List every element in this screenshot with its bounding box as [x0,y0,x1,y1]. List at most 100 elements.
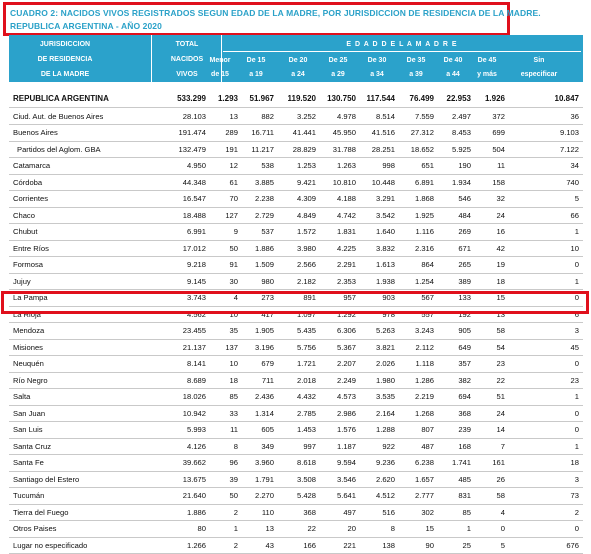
row-value-col-7: 831 [458,491,471,500]
table-row: Corrientes16.547702.2384.3094.1883.2911.… [9,191,583,208]
row-jurisdiccion: REPUBLICA ARGENTINA [13,94,109,103]
row-value-col-1: 70 [230,194,238,203]
row-jurisdiccion: Tierra del Fuego [13,508,68,517]
row-value-col-1: 2 [234,508,238,517]
row-value-col-0: 1.266 [187,541,206,550]
table-row: Santa Fe39.662963.9608.6189.5949.2366.23… [9,455,583,472]
row-value-col-2: 43 [266,541,274,550]
row-value-col-5: 138 [382,541,395,550]
row-value-col-2: 2.238 [255,194,274,203]
row-value-col-0: 191.474 [179,128,206,137]
row-value-col-7: 1.741 [452,458,471,467]
row-value-col-4: 10.810 [333,178,356,187]
row-value-col-3: 28.829 [293,145,316,154]
row-value-col-7: 357 [458,359,471,368]
row-value-col-1: 50 [230,491,238,500]
row-value-col-6: 90 [426,541,434,550]
row-value-col-6: 27.312 [411,128,434,137]
row-value-col-6: 2.219 [415,392,434,401]
row-jurisdiccion: Chubut [13,227,38,236]
row-value-col-6: 302 [421,508,434,517]
row-jurisdiccion: Santa Fe [13,458,44,467]
row-value-col-3: 2.785 [297,409,316,418]
table-row: San Juan10.942331.3142.7852.9862.1641.26… [9,406,583,423]
row-value-col-7: 5.925 [452,145,471,154]
row-value-col-9: 1 [575,277,579,286]
row-value-col-7: 269 [458,227,471,236]
row-value-col-9: 73 [571,491,579,500]
row-value-col-6: 651 [421,161,434,170]
row-value-col-4: 6.306 [337,326,356,335]
row-value-col-5: 2.026 [376,359,395,368]
row-value-col-9: 0 [575,425,579,434]
row-value-col-8: 16 [497,227,505,236]
table-row: Mendoza23.455351.9055.4356.3065.2633.243… [9,323,583,340]
table-row: Buenos Aires191.47428916.71141.44145.950… [9,125,583,142]
row-jurisdiccion: Ciud. Aut. de Buenos Aires [13,112,103,121]
row-value-col-6: 1.268 [415,409,434,418]
row-value-col-7: 382 [458,376,471,385]
table-header: JURISDICCION DE RESIDENCIA DE LA MADRE T… [9,35,583,82]
row-value-col-8: 4 [501,508,505,517]
row-value-col-7: 485 [458,475,471,484]
row-value-col-3: 5.756 [297,343,316,352]
row-value-col-0: 8.689 [187,376,206,385]
row-value-col-7: 368 [458,409,471,418]
row-value-col-2: 1.509 [255,260,274,269]
row-value-col-6: 15 [426,524,434,533]
row-value-col-0: 4.126 [187,442,206,451]
row-value-col-7: 694 [458,392,471,401]
table-row: San Luis5.993116051.4531.5761.2888072391… [9,422,583,439]
row-value-col-2: 882 [261,112,274,121]
row-jurisdiccion: Catamarca [13,161,50,170]
table-row: Tucumán21.640502.2705.4285.6414.5122.777… [9,488,583,505]
row-value-col-2: 13 [266,524,274,533]
row-value-col-8: 5 [501,541,505,550]
row-highlight-box [1,291,589,314]
row-value-col-0: 8.141 [187,359,206,368]
row-value-col-6: 864 [421,260,434,269]
row-value-col-6: 6.891 [415,178,434,187]
row-value-col-5: 3.542 [376,211,395,220]
row-value-col-3: 119.520 [288,94,316,103]
table-row: Chaco18.4881272.7294.8494.7423.5421.9254… [9,208,583,225]
row-value-col-9: 36 [571,112,579,121]
row-value-col-8: 161 [492,458,505,467]
row-value-col-8: 26 [497,475,505,484]
row-value-col-9: 1 [575,227,579,236]
row-value-col-3: 41.441 [293,128,316,137]
row-value-col-1: 137 [225,343,238,352]
row-value-col-8: 19 [497,260,505,269]
row-jurisdiccion: Neuquén [13,359,44,368]
row-value-col-2: 2.729 [255,211,274,220]
row-value-col-5: 117.544 [367,94,395,103]
row-value-col-6: 2.316 [415,244,434,253]
table-row: Misiones21.1371373.1965.7565.3673.8212.1… [9,340,583,357]
table-row: Santiago del Estero13.675391.7913.5083.5… [9,472,583,489]
row-value-col-9: 3 [575,475,579,484]
row-jurisdiccion: Formosa [13,260,43,269]
row-jurisdiccion: Lugar no especificado [13,541,87,550]
row-value-col-3: 2.182 [297,277,316,286]
row-value-col-7: 265 [458,260,471,269]
row-value-col-4: 2.986 [337,409,356,418]
row-value-col-0: 39.662 [183,458,206,467]
row-value-col-4: 497 [343,508,356,517]
row-value-col-8: 1.926 [485,94,505,103]
row-value-col-4: 4.742 [337,211,356,220]
row-value-col-2: 3.885 [255,178,274,187]
row-value-col-7: 484 [458,211,471,220]
row-value-col-3: 4.849 [297,211,316,220]
row-value-col-4: 2.291 [337,260,356,269]
row-value-col-7: 85 [463,508,471,517]
row-value-col-7: 190 [458,161,471,170]
table-row: Santa Cruz4.12683499971.18792248716871 [9,439,583,456]
table-row: Salta18.026852.4364.4324.5733.5352.21969… [9,389,583,406]
row-value-col-3: 2.018 [297,376,316,385]
row-value-col-2: 2.270 [255,491,274,500]
row-value-col-9: 3 [575,326,579,335]
row-value-col-3: 3.508 [297,475,316,484]
row-value-col-0: 9.218 [187,260,206,269]
row-jurisdiccion: Salta [13,392,30,401]
row-value-col-3: 1.572 [297,227,316,236]
